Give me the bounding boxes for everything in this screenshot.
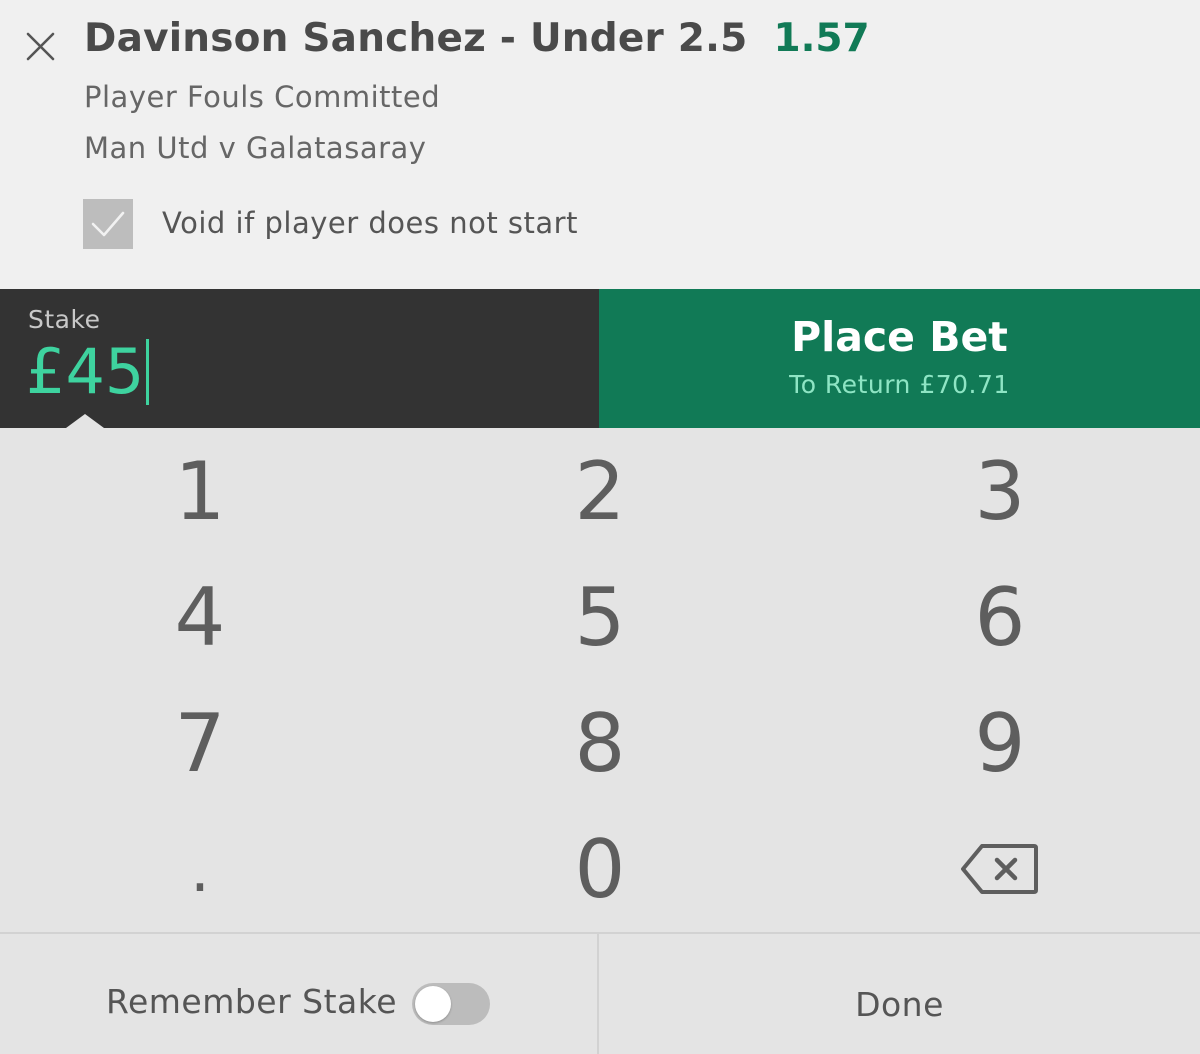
key-8[interactable]: 8 — [400, 680, 800, 806]
void-label: Void if player does not start — [162, 206, 578, 240]
close-icon[interactable] — [22, 26, 60, 64]
key-5[interactable]: 5 — [400, 554, 800, 680]
key-3[interactable]: 3 — [800, 428, 1200, 554]
checkmark-icon — [91, 211, 125, 237]
done-button[interactable]: Done — [599, 934, 1200, 1054]
key-0[interactable]: 0 — [400, 806, 800, 932]
key-4[interactable]: 4 — [0, 554, 400, 680]
key-9[interactable]: 9 — [800, 680, 1200, 806]
text-caret — [146, 339, 150, 405]
to-return-label: To Return £70.71 — [789, 370, 1010, 399]
key-2[interactable]: 2 — [400, 428, 800, 554]
stake-label: Stake — [28, 305, 101, 334]
bet-slip-header: Davinson Sanchez - Under 2.5 1.57 Player… — [0, 0, 1200, 289]
done-label: Done — [855, 984, 944, 1024]
place-bet-label: Place Bet — [791, 313, 1008, 361]
stake-value-wrap: £45 — [26, 335, 150, 408]
remember-stake-area: Remember Stake — [0, 934, 598, 1054]
stake-input[interactable]: Stake £45 — [0, 289, 599, 428]
key-1[interactable]: 1 — [0, 428, 400, 554]
numeric-keypad: 1 2 3 4 5 6 7 8 9 . 0 — [0, 428, 1200, 932]
stake-pointer — [66, 414, 104, 428]
selection-line: Davinson Sanchez - Under 2.5 1.57 — [84, 16, 870, 68]
bottom-bar: Remember Stake Done — [0, 932, 1200, 1054]
key-decimal[interactable]: . — [0, 806, 400, 932]
selection-name: Davinson Sanchez - Under 2.5 — [84, 16, 748, 61]
void-checkbox[interactable] — [83, 199, 133, 249]
key-7[interactable]: 7 — [0, 680, 400, 806]
remember-stake-toggle[interactable] — [412, 983, 490, 1025]
event-name: Man Utd v Galatasaray — [84, 131, 427, 165]
stake-value: £45 — [26, 335, 145, 408]
odds-value: 1.57 — [773, 16, 870, 61]
key-6[interactable]: 6 — [800, 554, 1200, 680]
market-name: Player Fouls Committed — [84, 80, 441, 114]
toggle-knob — [415, 986, 451, 1022]
backspace-icon[interactable] — [800, 806, 1200, 932]
place-bet-button[interactable]: Place Bet To Return £70.71 — [599, 289, 1200, 428]
remember-stake-label: Remember Stake — [106, 982, 397, 1021]
